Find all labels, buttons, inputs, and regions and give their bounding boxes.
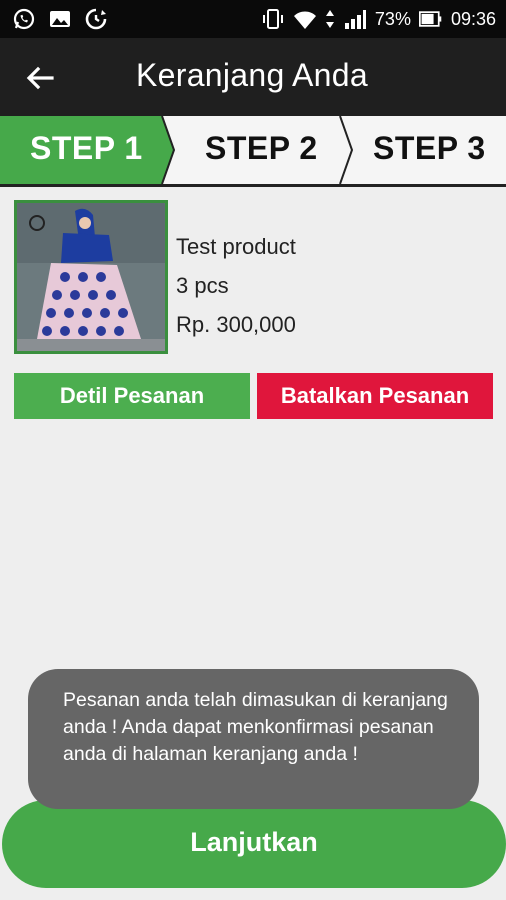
- step-3-label: STEP 3: [373, 130, 486, 166]
- vibrate-icon: [262, 9, 283, 29]
- continue-button[interactable]: Lanjutkan: [2, 800, 506, 888]
- step-indicator: STEP 1 STEP 2 STEP 3: [0, 116, 506, 187]
- data-arrows-icon: [325, 10, 334, 28]
- step-2-divider: [339, 116, 354, 184]
- page-title: Keranjang Anda: [136, 57, 368, 93]
- toast-message: Pesanan anda telah dimasukan di keranjan…: [28, 669, 479, 809]
- product-quantity: 3 pcs: [176, 273, 229, 298]
- sync-icon: [85, 8, 107, 30]
- battery-icon: [418, 11, 442, 27]
- app-bar: Keranjang Anda: [0, 38, 506, 116]
- step-1-label: STEP 1: [30, 130, 143, 166]
- arrow-back-icon[interactable]: [22, 60, 58, 96]
- whatsapp-icon: [13, 8, 35, 30]
- step-2-label: STEP 2: [205, 130, 318, 166]
- cancel-order-button[interactable]: Batalkan Pesanan: [257, 373, 493, 419]
- clock: 09:36: [450, 8, 496, 29]
- gallery-icon: [50, 11, 70, 27]
- product-image[interactable]: [14, 200, 168, 354]
- signal-icon: [344, 10, 366, 29]
- status-bar: 73% 09:36: [0, 0, 506, 38]
- order-detail-button[interactable]: Detil Pesanan: [14, 373, 250, 419]
- product-photo-illustration: [17, 203, 165, 351]
- battery-percent: 73%: [374, 8, 411, 29]
- wifi-icon: [293, 11, 316, 29]
- product-price: Rp. 300,000: [176, 312, 296, 337]
- continue-button-label: Lanjutkan: [190, 826, 318, 857]
- product-name: Test product: [176, 234, 296, 259]
